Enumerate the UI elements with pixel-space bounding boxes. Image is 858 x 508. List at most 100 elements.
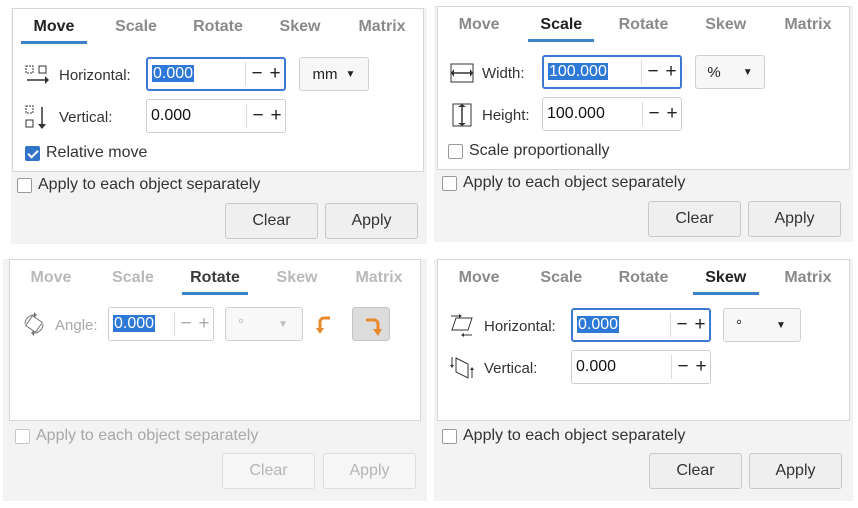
unit-value: %: [707, 63, 721, 81]
tab-move[interactable]: Move: [438, 260, 520, 296]
vertical-increment-button[interactable]: +: [267, 105, 285, 127]
checkbox-checked-icon: [25, 145, 40, 161]
tab-matrix[interactable]: Matrix: [338, 260, 420, 296]
horizontal-input[interactable]: 0.000: [577, 316, 620, 333]
vertical-input[interactable]: 0.000: [147, 107, 246, 125]
tab-skew[interactable]: Skew: [685, 260, 767, 296]
angle-spinbox[interactable]: 0.000 − +: [108, 307, 214, 341]
tab-scale[interactable]: Scale: [520, 260, 602, 296]
vertical-label: Vertical:: [59, 109, 113, 126]
angle-decrement-button[interactable]: −: [177, 313, 195, 335]
tab-scale[interactable]: Scale: [95, 9, 177, 45]
vertical-decrement-button[interactable]: −: [674, 356, 692, 378]
tab-matrix[interactable]: Matrix: [341, 9, 423, 45]
rotate-clockwise-button[interactable]: [352, 307, 390, 341]
horizontal-decrement-button[interactable]: −: [673, 314, 691, 336]
vertical-label: Vertical:: [484, 360, 538, 377]
horizontal-spinbox[interactable]: 0.000 − +: [146, 57, 286, 91]
tab-rotate[interactable]: Rotate: [602, 7, 684, 43]
checkbox-icon: [15, 428, 30, 444]
move-tabs: Move Scale Rotate Skew Matrix: [13, 9, 423, 45]
height-spinbox[interactable]: 100.000 − +: [542, 97, 682, 131]
skew-tabs: Move Scale Rotate Skew Matrix: [438, 260, 849, 296]
clear-button[interactable]: Clear: [649, 453, 742, 489]
checkbox-icon: [448, 143, 463, 159]
apply-button[interactable]: Apply: [749, 453, 842, 489]
tab-rotate[interactable]: Rotate: [602, 260, 684, 296]
apply-each-checkbox[interactable]: Apply to each object separately: [17, 176, 260, 194]
tab-skew[interactable]: Skew: [259, 9, 341, 45]
scale-height-icon: [452, 103, 472, 127]
unit-value: mm: [312, 65, 338, 83]
apply-each-checkbox[interactable]: Apply to each object separately: [442, 427, 685, 445]
unit-dropdown[interactable]: % ▼: [695, 55, 765, 89]
skew-panel: Move Scale Rotate Skew Matrix Horizontal…: [434, 259, 853, 501]
apply-button[interactable]: Apply: [323, 453, 416, 489]
apply-each-label: Apply to each object separately: [463, 174, 686, 191]
apply-button[interactable]: Apply: [325, 203, 418, 239]
skew-content: Move Scale Rotate Skew Matrix Horizontal…: [437, 259, 850, 421]
width-label: Width:: [482, 65, 525, 82]
tab-skew[interactable]: Skew: [685, 7, 767, 43]
move-panel: Move Scale Rotate Skew Matrix Horizontal…: [11, 8, 427, 244]
horizontal-label: Horizontal:: [59, 67, 131, 84]
unit-dropdown[interactable]: ° ▼: [723, 308, 801, 342]
scale-proportionally-checkbox[interactable]: Scale proportionally: [448, 142, 610, 160]
vertical-increment-button[interactable]: +: [692, 356, 710, 378]
rotate-angle-icon: [24, 312, 44, 336]
height-increment-button[interactable]: +: [663, 103, 681, 125]
checkbox-icon: [442, 175, 457, 191]
unit-dropdown[interactable]: ° ▼: [225, 307, 303, 341]
scale-tabs: Move Scale Rotate Skew Matrix: [438, 7, 849, 43]
width-input[interactable]: 100.000: [548, 63, 608, 80]
tab-scale[interactable]: Scale: [92, 260, 174, 296]
checkbox-icon: [442, 428, 457, 444]
apply-each-checkbox[interactable]: Apply to each object separately: [15, 427, 258, 445]
tab-skew[interactable]: Skew: [256, 260, 338, 296]
clear-button[interactable]: Clear: [648, 201, 741, 237]
horizontal-increment-button[interactable]: +: [691, 314, 709, 336]
width-spinbox[interactable]: 100.000 − +: [542, 55, 682, 89]
angle-label: Angle:: [55, 317, 98, 334]
chevron-down-icon: ▼: [776, 319, 786, 331]
height-input[interactable]: 100.000: [543, 105, 642, 123]
chevron-down-icon: ▼: [742, 66, 753, 78]
scale-panel: Move Scale Rotate Skew Matrix Width: 100…: [434, 6, 853, 242]
tab-move[interactable]: Move: [438, 7, 520, 43]
apply-each-label: Apply to each object separately: [36, 427, 259, 444]
skew-horizontal-icon: [451, 314, 473, 337]
angle-input[interactable]: 0.000: [113, 315, 156, 332]
horizontal-increment-button[interactable]: +: [266, 63, 284, 85]
unit-dropdown[interactable]: mm ▼: [299, 57, 369, 91]
rotate-counterclockwise-icon[interactable]: [316, 312, 336, 334]
angle-increment-button[interactable]: +: [195, 313, 213, 335]
tab-move[interactable]: Move: [13, 9, 95, 45]
tab-rotate[interactable]: Rotate: [177, 9, 259, 45]
width-decrement-button[interactable]: −: [644, 61, 662, 83]
vertical-spinbox[interactable]: 0.000 − +: [146, 99, 286, 133]
vertical-spinbox[interactable]: 0.000 − +: [571, 350, 711, 384]
tab-move[interactable]: Move: [10, 260, 92, 296]
horizontal-input[interactable]: 0.000: [152, 65, 195, 82]
tab-matrix[interactable]: Matrix: [767, 7, 849, 43]
tab-scale[interactable]: Scale: [520, 7, 602, 43]
relative-move-checkbox[interactable]: Relative move: [25, 144, 147, 162]
width-increment-button[interactable]: +: [662, 61, 680, 83]
horizontal-spinbox[interactable]: 0.000 − +: [571, 308, 711, 342]
clear-button[interactable]: Clear: [225, 203, 318, 239]
tab-rotate[interactable]: Rotate: [174, 260, 256, 296]
skew-vertical-icon: [450, 357, 474, 379]
scale-width-icon: [450, 63, 474, 83]
horizontal-label: Horizontal:: [484, 318, 556, 335]
tab-matrix[interactable]: Matrix: [767, 260, 849, 296]
rotate-tabs: Move Scale Rotate Skew Matrix: [10, 260, 420, 296]
apply-each-checkbox[interactable]: Apply to each object separately: [442, 174, 685, 192]
height-decrement-button[interactable]: −: [645, 103, 663, 125]
clear-button[interactable]: Clear: [222, 453, 315, 489]
height-label: Height:: [482, 107, 530, 124]
vertical-input[interactable]: 0.000: [572, 358, 671, 376]
vertical-decrement-button[interactable]: −: [249, 105, 267, 127]
apply-button[interactable]: Apply: [748, 201, 841, 237]
horizontal-decrement-button[interactable]: −: [248, 63, 266, 85]
chevron-down-icon: ▼: [345, 68, 356, 80]
